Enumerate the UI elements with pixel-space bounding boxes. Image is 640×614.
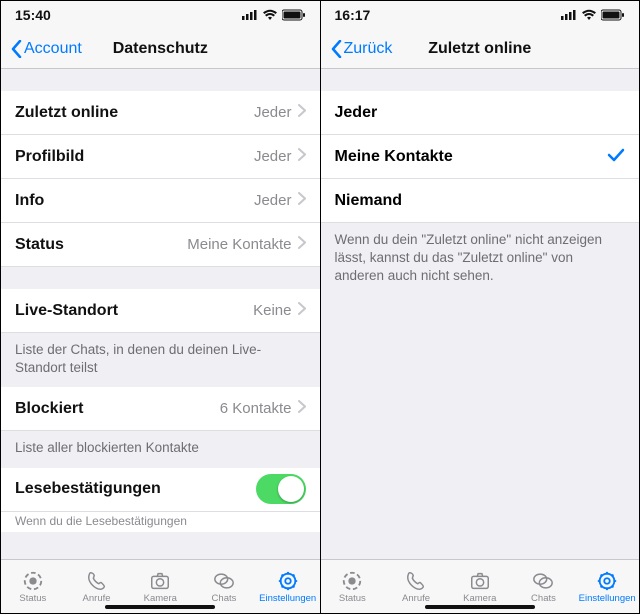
row-value: Jeder [254, 192, 292, 209]
row-label: Blockiert [15, 400, 83, 418]
tab-label: Einstellungen [259, 593, 316, 604]
live-location-note: Liste der Chats, in denen du deinen Live… [1, 333, 320, 387]
tab-status[interactable]: Status [1, 560, 65, 613]
row-label: Zuletzt online [15, 104, 118, 122]
status-icon [21, 570, 45, 592]
camera-icon [468, 570, 492, 592]
tab-label: Kamera [463, 593, 496, 604]
row-profile-photo[interactable]: Profilbild Jeder [1, 135, 320, 179]
chevron-left-icon [331, 40, 342, 58]
chevron-right-icon [298, 148, 306, 166]
wifi-icon [262, 9, 278, 21]
battery-icon [601, 9, 625, 21]
phone-icon [85, 570, 109, 592]
tab-label: Einstellungen [579, 593, 636, 604]
row-label: Info [15, 192, 44, 210]
row-label: Lesebestätigungen [15, 480, 161, 498]
chevron-right-icon [298, 192, 306, 210]
option-label: Niemand [335, 192, 403, 210]
status-icon [340, 570, 364, 592]
row-value: 6 Kontakte [220, 400, 292, 417]
nav-bar: Account Datenschutz [1, 29, 320, 69]
tab-label: Status [19, 593, 46, 604]
status-time: 16:17 [335, 7, 371, 23]
tab-label: Kamera [144, 593, 177, 604]
back-label: Zurück [344, 40, 393, 58]
tab-settings[interactable]: Einstellungen [575, 560, 639, 613]
chevron-right-icon [298, 104, 306, 122]
option-contacts[interactable]: Meine Kontakte [321, 135, 640, 179]
home-indicator [105, 605, 215, 609]
row-info[interactable]: Info Jeder [1, 179, 320, 223]
row-live-location[interactable]: Live-Standort Keine [1, 289, 320, 333]
wifi-icon [581, 9, 597, 21]
camera-icon [148, 570, 172, 592]
last-seen-note: Wenn du dein "Zuletzt online" nicht anze… [321, 223, 640, 296]
option-label: Jeder [335, 104, 378, 122]
chevron-right-icon [298, 236, 306, 254]
tab-label: Chats [212, 593, 237, 604]
row-label: Live-Standort [15, 302, 118, 320]
checkmark-icon [607, 145, 625, 168]
chevron-left-icon [11, 40, 22, 58]
signal-icon [242, 10, 258, 20]
row-blocked[interactable]: Blockiert 6 Kontakte [1, 387, 320, 431]
row-last-seen[interactable]: Zuletzt online Jeder [1, 91, 320, 135]
row-value: Jeder [254, 148, 292, 165]
last-seen-screen: 16:17 Zurück Zuletzt online Jeder [321, 1, 640, 613]
gear-icon [276, 570, 300, 592]
phone-icon [404, 570, 428, 592]
row-value: Keine [253, 302, 291, 319]
chevron-right-icon [298, 302, 306, 320]
home-indicator [425, 605, 535, 609]
row-label: Profilbild [15, 148, 84, 166]
row-label: Status [15, 236, 64, 254]
tab-label: Chats [531, 593, 556, 604]
row-read-receipts[interactable]: Lesebestätigungen [1, 468, 320, 512]
blocked-note: Liste aller blockierten Kontakte [1, 431, 320, 467]
tab-label: Status [339, 593, 366, 604]
gear-icon [595, 570, 619, 592]
chevron-right-icon [298, 400, 306, 418]
chats-icon [212, 570, 236, 592]
option-label: Meine Kontakte [335, 148, 453, 166]
battery-icon [282, 9, 306, 21]
row-status[interactable]: Status Meine Kontakte [1, 223, 320, 267]
chats-icon [531, 570, 555, 592]
tab-settings[interactable]: Einstellungen [256, 560, 320, 613]
back-button[interactable]: Account [7, 36, 86, 62]
signal-icon [561, 10, 577, 20]
option-nobody[interactable]: Niemand [321, 179, 640, 223]
status-bar: 15:40 [1, 1, 320, 29]
option-everyone[interactable]: Jeder [321, 91, 640, 135]
content: Jeder Meine Kontakte Niemand Wenn du dei… [321, 69, 640, 559]
content: Zuletzt online Jeder Profilbild Jeder In… [1, 69, 320, 559]
back-button[interactable]: Zurück [327, 36, 397, 62]
read-receipts-toggle[interactable] [256, 474, 306, 504]
row-value: Jeder [254, 104, 292, 121]
nav-bar: Zurück Zuletzt online [321, 29, 640, 69]
read-receipts-note-cut: Wenn du die Lesebestätigungen [1, 512, 320, 532]
row-value: Meine Kontakte [187, 236, 291, 253]
tab-label: Anrufe [83, 593, 111, 604]
tab-label: Anrufe [402, 593, 430, 604]
back-label: Account [24, 40, 82, 58]
tab-status[interactable]: Status [321, 560, 385, 613]
status-time: 15:40 [15, 7, 51, 23]
status-bar: 16:17 [321, 1, 640, 29]
privacy-screen: 15:40 Account Datenschutz Zuletzt online [1, 1, 321, 613]
